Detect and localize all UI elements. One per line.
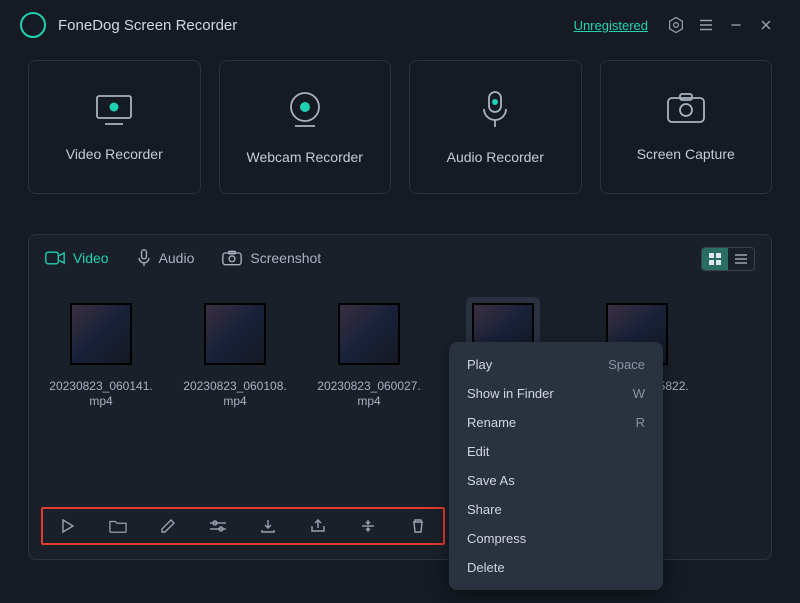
compress-button[interactable]	[357, 515, 379, 537]
menu-item-save-as[interactable]: Save As	[449, 466, 663, 495]
menu-label: Play	[467, 357, 492, 372]
close-icon[interactable]	[752, 11, 780, 39]
share-button[interactable]	[307, 515, 329, 537]
menu-label: Delete	[467, 560, 505, 575]
menu-label: Show in Finder	[467, 386, 554, 401]
title-bar: FoneDog Screen Recorder Unregistered	[0, 0, 800, 50]
app-title: FoneDog Screen Recorder	[58, 17, 237, 34]
menu-shortcut: Space	[608, 357, 645, 372]
card-label: Webcam Recorder	[247, 149, 363, 165]
card-label: Screen Capture	[637, 146, 735, 162]
menu-item-play[interactable]: Play Space	[449, 350, 663, 379]
menu-label: Rename	[467, 415, 516, 430]
item-label: 20230823_060108.mp4	[183, 379, 287, 409]
menu-item-show-in-finder[interactable]: Show in Finder W	[449, 379, 663, 408]
unregistered-link[interactable]: Unregistered	[574, 18, 648, 33]
menu-item-edit[interactable]: Edit	[449, 437, 663, 466]
view-toggle	[701, 247, 755, 271]
menu-label: Edit	[467, 444, 489, 459]
tab-label: Video	[73, 250, 109, 266]
library-tabs: Video Audio Screenshot	[45, 249, 755, 267]
app-logo-icon	[20, 12, 46, 38]
menu-item-share[interactable]: Share	[449, 495, 663, 524]
card-label: Video Recorder	[66, 146, 163, 162]
menu-icon[interactable]	[692, 11, 720, 39]
menu-label: Compress	[467, 531, 526, 546]
library-item[interactable]: 20230823_060108.mp4	[183, 297, 287, 411]
library-item[interactable]: 20230823_060141.mp4	[49, 297, 153, 411]
menu-label: Share	[467, 502, 502, 517]
item-label: 20230823_060141.mp4	[49, 379, 153, 409]
tab-label: Audio	[159, 250, 195, 266]
context-menu: Play Space Show in Finder W Rename R Edit S…	[449, 342, 663, 590]
tab-label: Screenshot	[250, 250, 321, 266]
menu-item-rename[interactable]: Rename R	[449, 408, 663, 437]
tab-screenshot[interactable]: Screenshot	[222, 250, 321, 266]
minimize-icon[interactable]	[722, 11, 750, 39]
thumbnail-icon	[70, 303, 132, 365]
list-view-button[interactable]	[728, 248, 754, 270]
delete-button[interactable]	[407, 515, 429, 537]
open-folder-button[interactable]	[107, 515, 129, 537]
tab-audio[interactable]: Audio	[137, 249, 195, 267]
menu-item-delete[interactable]: Delete	[449, 553, 663, 582]
item-label: 20230823_060027.mp4	[317, 379, 421, 409]
library-item[interactable]: 20230823_060027.mp4	[317, 297, 421, 411]
menu-item-compress[interactable]: Compress	[449, 524, 663, 553]
menu-shortcut: R	[636, 415, 645, 430]
card-screen-capture[interactable]: Screen Capture	[600, 60, 773, 194]
download-button[interactable]	[257, 515, 279, 537]
card-webcam-recorder[interactable]: Webcam Recorder	[219, 60, 392, 194]
card-video-recorder[interactable]: Video Recorder	[28, 60, 201, 194]
edit-button[interactable]	[157, 515, 179, 537]
thumbnail-icon	[204, 303, 266, 365]
card-label: Audio Recorder	[447, 149, 544, 165]
card-audio-recorder[interactable]: Audio Recorder	[409, 60, 582, 194]
action-toolbar	[41, 507, 445, 545]
grid-view-button[interactable]	[702, 248, 728, 270]
mode-cards: Video Recorder Webcam Recorder Audio Rec…	[0, 50, 800, 194]
settings-gear-icon[interactable]	[662, 11, 690, 39]
play-button[interactable]	[57, 515, 79, 537]
menu-label: Save As	[467, 473, 515, 488]
thumbnail-icon	[338, 303, 400, 365]
tab-video[interactable]: Video	[45, 250, 109, 266]
adjust-button[interactable]	[207, 515, 229, 537]
menu-shortcut: W	[633, 386, 645, 401]
